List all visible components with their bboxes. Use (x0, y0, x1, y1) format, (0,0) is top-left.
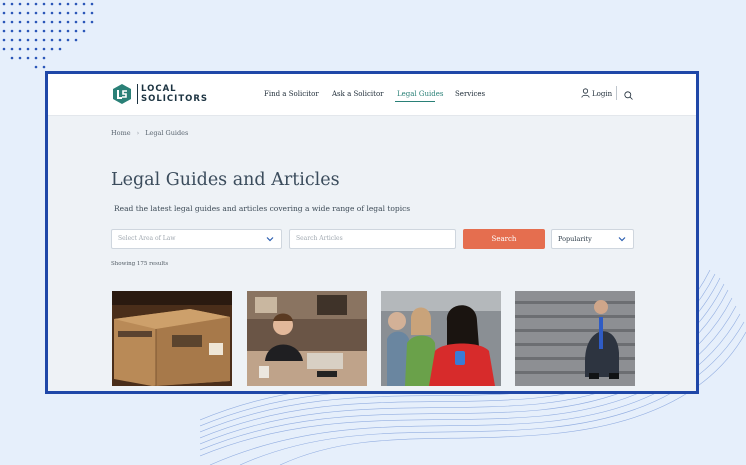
search-icon[interactable] (624, 91, 633, 100)
stressed-businessman-image (515, 291, 635, 386)
user-icon (581, 88, 590, 98)
search-articles-input[interactable]: Search Articles (289, 229, 456, 249)
nav-legal-guides[interactable]: Legal Guides (397, 90, 443, 98)
breadcrumb-home[interactable]: Home (111, 129, 131, 137)
logo-line-2: SOLICITORS (141, 93, 209, 104)
page-title: Legal Guides and Articles (111, 170, 340, 190)
nav-services[interactable]: Services (455, 90, 485, 98)
sort-value: Popularity (558, 235, 592, 243)
results-count: Showing 175 results (111, 261, 169, 267)
login-link[interactable]: Login (581, 88, 615, 100)
breadcrumb-current: Legal Guides (145, 129, 189, 137)
chevron-down-icon (618, 237, 626, 242)
active-nav-underline (395, 101, 435, 102)
man-at-desk-image (247, 291, 367, 386)
article-card-1[interactable] (112, 291, 232, 386)
website-screenshot-frame: LOCAL SOLICITORS Find a Solicitor Ask a … (45, 71, 699, 394)
nav-find-a-solicitor[interactable]: Find a Solicitor (264, 90, 319, 98)
dot-pattern-decoration (2, 2, 94, 69)
article-card-3[interactable] (381, 291, 501, 386)
article-card-4[interactable] (515, 291, 635, 386)
chevron-down-icon (266, 237, 274, 242)
page-subtitle: Read the latest legal guides and article… (114, 204, 411, 213)
area-of-law-placeholder: Select Area of Law (118, 235, 176, 242)
breadcrumb-separator: › (136, 129, 140, 137)
area-of-law-select[interactable]: Select Area of Law (111, 229, 282, 249)
article-card-2[interactable] (247, 291, 367, 386)
breadcrumb: Home › Legal Guides (111, 129, 188, 137)
header-divider (616, 86, 617, 100)
login-label: Login (592, 90, 613, 98)
logo-mark-icon (113, 84, 131, 104)
nav-ask-a-solicitor[interactable]: Ask a Solicitor (332, 90, 384, 98)
logo-wordmark: LOCAL SOLICITORS (141, 84, 209, 104)
search-articles-placeholder: Search Articles (296, 235, 343, 242)
logo-divider (137, 84, 138, 104)
site-logo[interactable]: LOCAL SOLICITORS (111, 83, 207, 107)
cardboard-box-image (112, 291, 232, 386)
search-button[interactable]: Search (463, 229, 545, 249)
sort-select[interactable]: Popularity (551, 229, 634, 249)
teens-phone-image (381, 291, 501, 386)
site-header: LOCAL SOLICITORS Find a Solicitor Ask a … (48, 74, 696, 116)
